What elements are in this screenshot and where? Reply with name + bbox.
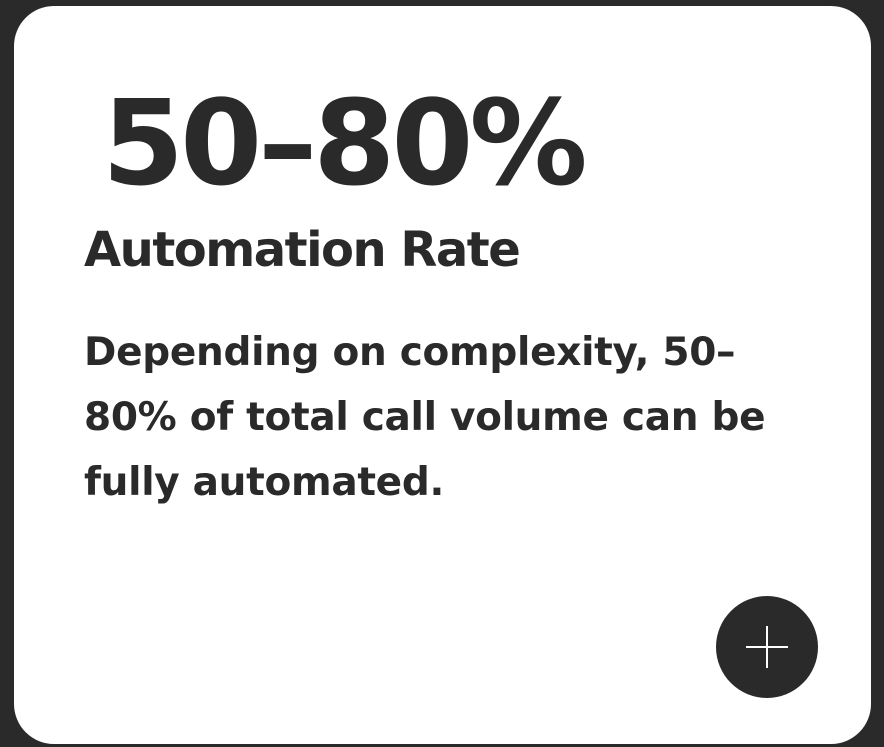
stat-description: Depending on complexity, 50–80% of total…	[84, 330, 766, 505]
expand-button[interactable]	[716, 596, 818, 698]
stat-label: Automation Rate	[84, 222, 521, 278]
plus-icon	[744, 624, 790, 670]
stat-value: 50–80%	[102, 74, 588, 212]
stat-card: 50–80% Automation Rate Depending on comp…	[14, 6, 871, 744]
